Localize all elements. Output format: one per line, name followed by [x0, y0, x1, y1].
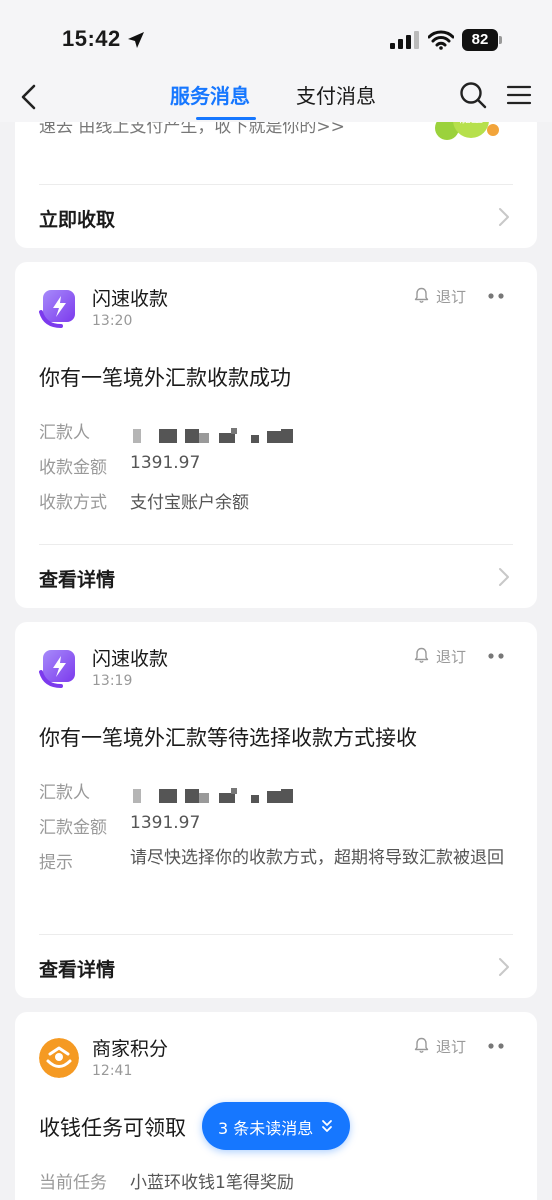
top-card-text: 速去 由线上支付产生，收下就是你的>> — [39, 122, 345, 137]
app-name[interactable]: 闪速收款 — [92, 284, 168, 311]
tab-payment-messages[interactable]: 支付消息 — [296, 83, 376, 109]
field-value-hint: 请尽快选择你的收款方式，超期将导致汇款被退回 — [130, 848, 504, 868]
field-label-amount: 汇款金额 — [39, 818, 107, 838]
message-time: 13:20 — [92, 313, 133, 329]
status-time: 15:42 — [62, 26, 121, 51]
masked-sender-name — [133, 428, 293, 443]
message-title: 你有一笔境外汇款收款成功 — [39, 366, 291, 390]
bell-icon — [414, 647, 429, 663]
message-header: 商家积分 12:41 退订 — [15, 1012, 537, 1092]
signal-icon — [390, 31, 419, 49]
view-details-label: 查看详情 — [39, 959, 116, 981]
field-label-sender: 汇款人 — [39, 423, 90, 443]
unread-messages-label: 3 条未读消息 — [218, 1119, 314, 1138]
svg-text:能量: 能量 — [459, 122, 483, 125]
field-value-amount: 1391.97 — [130, 453, 201, 473]
message-title: 收钱任务可领取 — [39, 1116, 186, 1140]
top-card: 速去 由线上支付产生，收下就是你的>> 能量 立即收取 — [15, 122, 537, 248]
energy-ball-image: 能量 — [435, 122, 499, 140]
search-icon[interactable] — [459, 81, 487, 109]
location-arrow-icon — [128, 32, 144, 48]
message-card: 闪速收款 13:19 退订 你有一笔境外汇款等待选择收款方式接收 汇款人 汇款金… — [15, 622, 537, 998]
battery-level: 82 — [462, 29, 498, 51]
view-details-label: 查看详情 — [39, 569, 116, 591]
app-name[interactable]: 商家积分 — [92, 1034, 168, 1061]
field-value-amount: 1391.97 — [130, 813, 201, 833]
bell-icon — [414, 1037, 429, 1053]
collect-now-row[interactable]: 立即收取 — [15, 186, 537, 248]
active-tab-indicator — [196, 117, 256, 120]
field-label-method: 收款方式 — [39, 493, 107, 513]
battery-icon: 82 — [462, 29, 502, 51]
message-time: 13:19 — [92, 673, 133, 689]
chevron-right-icon — [499, 568, 509, 586]
field-value-method: 支付宝账户余额 — [130, 493, 249, 513]
unread-messages-button[interactable]: 3 条未读消息 — [202, 1102, 350, 1150]
app-name[interactable]: 闪速收款 — [92, 644, 168, 671]
message-card: 闪速收款 13:20 退订 你有一笔境外汇款收款成功 汇款人 收款金额 1391… — [15, 262, 537, 608]
points-app-icon[interactable] — [39, 1038, 79, 1078]
masked-sender-name — [133, 788, 293, 803]
unsubscribe-label: 退订 — [436, 648, 467, 666]
tab-service-messages[interactable]: 服务消息 — [170, 83, 250, 109]
message-header: 闪速收款 13:20 退订 — [15, 262, 537, 342]
message-list[interactable]: 速去 由线上支付产生，收下就是你的>> 能量 立即收取 闪速收款 13:20 — [0, 122, 552, 1200]
wifi-icon — [428, 30, 454, 50]
chevron-down-icon — [322, 1120, 332, 1132]
view-details-row[interactable]: 查看详情 — [15, 546, 537, 608]
field-label-sender: 汇款人 — [39, 783, 90, 803]
more-icon[interactable] — [487, 1042, 505, 1050]
chevron-right-icon — [499, 208, 509, 226]
unsubscribe-label: 退订 — [436, 1038, 467, 1056]
status-bar: 15:42 82 — [0, 0, 552, 75]
more-icon[interactable] — [487, 292, 505, 300]
message-time: 12:41 — [92, 1063, 133, 1079]
field-label-amount: 收款金额 — [39, 458, 107, 478]
message-header: 闪速收款 13:19 退订 — [15, 622, 537, 702]
lightning-app-icon[interactable] — [39, 648, 79, 688]
unsubscribe-label: 退订 — [436, 288, 467, 306]
field-label-task: 当前任务 — [39, 1173, 107, 1193]
lightning-app-icon[interactable] — [39, 288, 79, 328]
field-label-hint: 提示 — [39, 853, 73, 873]
nav-bar: 服务消息 支付消息 — [0, 75, 552, 122]
collect-now-label: 立即收取 — [39, 209, 116, 231]
bell-icon — [414, 287, 429, 303]
more-icon[interactable] — [487, 652, 505, 660]
chevron-right-icon — [499, 958, 509, 976]
menu-icon[interactable] — [506, 83, 532, 107]
back-icon[interactable] — [18, 83, 40, 111]
field-value-task: 小蓝环收钱1笔得奖励 — [130, 1173, 294, 1193]
message-title: 你有一笔境外汇款等待选择收款方式接收 — [39, 726, 417, 750]
view-details-row[interactable]: 查看详情 — [15, 936, 537, 998]
